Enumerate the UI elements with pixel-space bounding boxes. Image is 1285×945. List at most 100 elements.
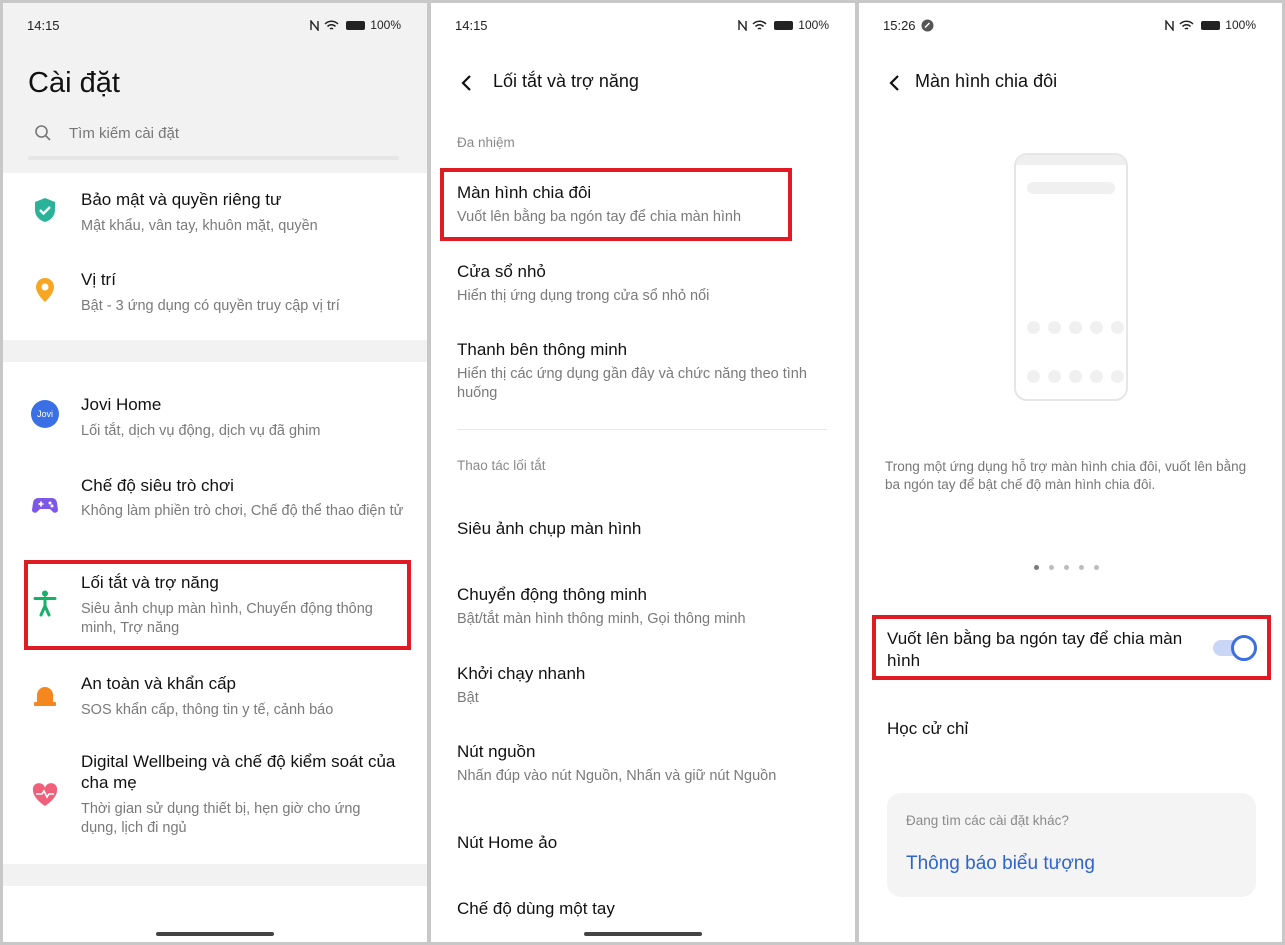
item-title: Thanh bên thông minh <box>457 340 628 359</box>
back-arrow-icon[interactable] <box>885 73 905 93</box>
settings-item-title: Digital Wellbeing và chế độ kiểm soát củ… <box>81 752 396 792</box>
settings-panel: 14:15 100% Cài đặt Tìm kiếm cài đặt Bảo … <box>3 3 427 942</box>
phone-illustration-app-row <box>1027 321 1124 334</box>
page-dot <box>1094 565 1099 570</box>
more-settings-card: Đang tìm các cài đặt khác? Thông báo biể… <box>887 793 1256 897</box>
wifi-icon <box>752 19 767 30</box>
status-time: 14:15 <box>27 18 60 33</box>
search-icon <box>35 125 51 141</box>
item-title: Nút Home ảo <box>457 833 558 852</box>
list-item-super-screenshot[interactable]: Siêu ảnh chụp màn hình <box>457 519 835 539</box>
item-subtitle: Nhấn đúp vào nút Nguồn, Nhấn và giữ nút … <box>457 768 777 784</box>
settings-item-security[interactable]: Bảo mật và quyền riêng tư Mật khẩu, vân … <box>3 181 427 256</box>
icon-notification-link[interactable]: Thông báo biểu tượng <box>906 853 1095 875</box>
highlight-box <box>872 615 1271 680</box>
settings-item-title: Jovi Home <box>81 395 162 414</box>
settings-item-subtitle: Không làm phiền trò chơi, Chế độ thể tha… <box>81 503 404 519</box>
battery-percent: 100% <box>798 18 829 32</box>
list-item-quick-launch[interactable]: Khởi chạy nhanh Bật <box>457 664 835 708</box>
page-title: Cài đặt <box>28 67 120 99</box>
status-bar: 14:15 100% <box>431 3 855 49</box>
shortcuts-panel: 14:15 100% Lối tắt và trợ năng Đa nhiệm … <box>431 3 855 942</box>
heart-icon <box>32 783 58 806</box>
settings-item-location[interactable]: Vị trí Bật - 3 ứng dụng có quyền truy cậ… <box>3 261 427 336</box>
item-title: Chế độ dùng một tay <box>457 899 615 918</box>
item-subtitle: Bật/tắt màn hình thông minh, Gọi thông m… <box>457 611 746 627</box>
settings-item-subtitle: Thời gian sử dụng thiết bị, hẹn giờ cho … <box>81 801 361 836</box>
phone-illustration <box>1014 153 1128 401</box>
search-bar[interactable]: Tìm kiếm cài đặt <box>34 124 179 142</box>
page-dot <box>1064 565 1069 570</box>
section-separator <box>3 340 427 362</box>
item-title: Chuyển động thông minh <box>457 585 647 604</box>
list-item-smart-motion[interactable]: Chuyển động thông minh Bật/tắt màn hình … <box>457 585 835 629</box>
highlight-box <box>24 560 411 650</box>
search-underline <box>28 156 399 160</box>
settings-item-game-mode[interactable]: Chế độ siêu trò chơi Không làm phiền trò… <box>3 467 427 547</box>
nfc-icon <box>310 19 319 31</box>
back-arrow-icon[interactable] <box>457 73 477 93</box>
item-title: Khởi chạy nhanh <box>457 664 586 683</box>
item-title: Cửa sổ nhỏ <box>457 262 546 281</box>
settings-item-title: Bảo mật và quyền riêng tư <box>81 190 282 209</box>
battery-percent: 100% <box>370 18 401 32</box>
status-time-wrap: 15:26 <box>883 18 934 33</box>
settings-item-digital-wellbeing[interactable]: Digital Wellbeing và chế độ kiểm soát củ… <box>3 747 427 847</box>
settings-item-subtitle: Lối tắt, dịch vụ động, dịch vụ đã ghim <box>81 423 321 439</box>
page-title: Màn hình chia đôi <box>915 71 1058 91</box>
feature-description: Trong một ứng dụng hỗ trợ màn hình chia … <box>885 459 1247 492</box>
nfc-icon <box>1165 19 1174 31</box>
item-title: Siêu ảnh chụp màn hình <box>457 519 642 538</box>
settings-item-subtitle: Bật - 3 ứng dụng có quyền truy cập vị tr… <box>81 298 340 314</box>
settings-item-subtitle: Mật khẩu, vân tay, khuôn mặt, quyền <box>81 218 318 234</box>
search-placeholder: Tìm kiếm cài đặt <box>69 124 180 142</box>
settings-item-title: An toàn và khẩn cấp <box>81 674 237 693</box>
location-pin-icon <box>36 278 54 302</box>
jovi-icon: Jovi <box>31 400 59 428</box>
list-item-virtual-home[interactable]: Nút Home ảo <box>457 833 835 853</box>
battery-icon <box>1201 20 1221 30</box>
shield-icon <box>35 198 55 222</box>
status-bar: 15:26 100% <box>859 3 1282 49</box>
more-settings-prompt: Đang tìm các cài đặt khác? <box>906 813 1069 828</box>
battery-icon <box>346 20 366 30</box>
wifi-icon <box>1179 19 1194 30</box>
page-indicator <box>1034 565 1099 570</box>
list-item-mini-window[interactable]: Cửa sổ nhỏ Hiển thị ứng dụng trong cửa s… <box>457 262 835 306</box>
settings-item-title: Chế độ siêu trò chơi <box>81 476 234 495</box>
list-item-power-button[interactable]: Nút nguồn Nhấn đúp vào nút Nguồn, Nhấn v… <box>457 742 835 786</box>
settings-item-jovi-home[interactable]: Jovi Jovi Home Lối tắt, dịch vụ động, dị… <box>3 386 427 461</box>
status-bar: 14:15 100% <box>3 3 427 49</box>
settings-item-title: Vị trí <box>81 270 116 289</box>
alarm-light-icon <box>34 687 56 706</box>
page-dot <box>1034 565 1039 570</box>
item-subtitle: Hiển thị ứng dụng trong cửa sổ nhỏ nổi <box>457 288 710 304</box>
item-subtitle: Bật <box>457 690 479 706</box>
list-item-smart-sidebar[interactable]: Thanh bên thông minh Hiển thị các ứng dụ… <box>457 340 835 403</box>
divider <box>457 429 827 430</box>
status-time: 14:15 <box>455 18 488 33</box>
settings-item-safety[interactable]: An toàn và khẩn cấp SOS khẩn cấp, thông … <box>3 665 427 740</box>
page-dot <box>1079 565 1084 570</box>
home-indicator[interactable] <box>156 932 274 936</box>
highlight-box <box>440 168 792 241</box>
split-screen-panel: 15:26 100% Màn hình chia đôi Trong một ứ… <box>859 3 1282 942</box>
home-indicator[interactable] <box>584 932 702 936</box>
phone-illustration-statusbar <box>1016 155 1126 165</box>
gamepad-icon <box>32 498 58 513</box>
list-item-one-hand-mode[interactable]: Chế độ dùng một tay <box>457 899 835 919</box>
page-dot <box>1049 565 1054 570</box>
status-time: 15:26 <box>883 18 916 33</box>
page-title: Lối tắt và trợ năng <box>493 71 639 91</box>
learn-gestures-item[interactable]: Học cử chỉ <box>887 719 968 739</box>
phone-illustration-dock-row <box>1027 370 1124 383</box>
nfc-icon <box>738 19 747 31</box>
wifi-icon <box>324 19 339 30</box>
battery-icon <box>774 20 794 30</box>
battery-percent: 100% <box>1225 18 1256 32</box>
section-separator <box>3 864 427 886</box>
section-label-shortcut-ops: Thao tác lối tắt <box>457 458 546 473</box>
item-title: Nút nguồn <box>457 742 536 761</box>
section-label-multitask: Đa nhiệm <box>457 135 515 150</box>
settings-item-subtitle: SOS khẩn cấp, thông tin y tế, cảnh báo <box>81 702 334 718</box>
